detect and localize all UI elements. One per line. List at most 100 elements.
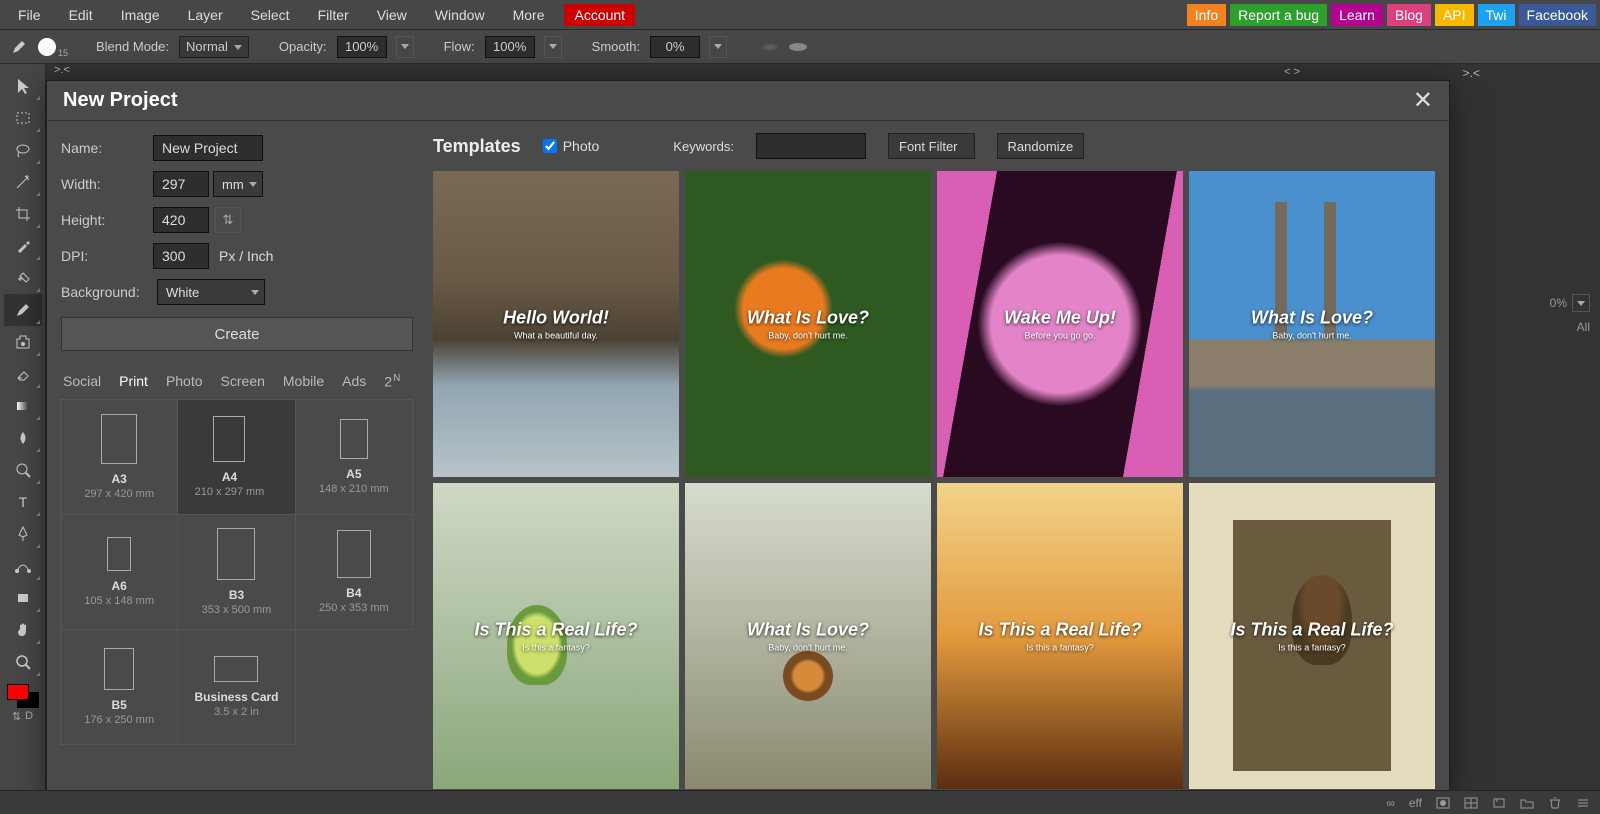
shape-tool[interactable] [4, 582, 42, 614]
header-twitter-button[interactable]: Twi [1478, 4, 1515, 26]
gradient-tool[interactable] [4, 390, 42, 422]
status-new-icon[interactable] [1492, 797, 1506, 809]
header-learn-button[interactable]: Learn [1331, 4, 1383, 26]
panel-tab-left[interactable]: >.< [46, 64, 78, 80]
default-colors-icon[interactable]: D [25, 710, 33, 723]
header-facebook-button[interactable]: Facebook [1519, 4, 1596, 26]
brush-tool[interactable] [4, 294, 42, 326]
brush-hard-icon[interactable] [789, 43, 807, 51]
right-opacity-dropdown[interactable] [1572, 294, 1590, 312]
status-mask-icon[interactable] [1436, 797, 1450, 809]
preset-a3[interactable]: A3297 x 420 mm [60, 399, 178, 515]
type-tool[interactable]: T [4, 486, 42, 518]
template-4[interactable]: What Is Love?Baby, don't hurt me. [1189, 171, 1435, 477]
template-7[interactable]: Is This a Real Life?Is this a fantasy? [937, 483, 1183, 789]
preset-a5[interactable]: A5148 x 210 mm [295, 399, 413, 515]
size-tab-social[interactable]: Social [63, 373, 101, 390]
heal-tool[interactable] [4, 262, 42, 294]
preset-b4[interactable]: B4250 x 353 mm [295, 514, 413, 630]
wand-tool[interactable] [4, 166, 42, 198]
header-api-button[interactable]: API [1435, 4, 1474, 26]
status-grid-icon[interactable] [1464, 797, 1478, 809]
header-report-bug-button[interactable]: Report a bug [1230, 4, 1327, 26]
menu-filter[interactable]: Filter [304, 0, 363, 30]
panel-tab-center[interactable]: < > [1284, 66, 1300, 78]
template-8[interactable]: Is This a Real Life?Is this a fantasy? [1189, 483, 1435, 789]
template-2[interactable]: What Is Love?Baby, don't hurt me. [685, 171, 931, 477]
create-button[interactable]: Create [61, 317, 413, 351]
template-3[interactable]: Wake Me Up!Before you go go. [937, 171, 1183, 477]
hand-tool[interactable] [4, 614, 42, 646]
menu-file[interactable]: File [4, 0, 55, 30]
header-info-button[interactable]: Info [1187, 4, 1226, 26]
smooth-dropdown[interactable] [709, 36, 727, 58]
randomize-button[interactable]: Randomize [997, 133, 1085, 159]
size-tab-photo[interactable]: Photo [166, 373, 203, 390]
panel-tab-right[interactable]: >.< [1463, 66, 1480, 80]
brush-tool-icon[interactable] [10, 38, 28, 56]
menu-view[interactable]: View [363, 0, 421, 30]
dialog-title: New Project [63, 89, 177, 112]
size-tab-print[interactable]: Print [119, 373, 148, 390]
close-icon[interactable]: ✕ [1413, 86, 1433, 115]
opacity-value[interactable]: 100% [337, 36, 387, 58]
preset-b3[interactable]: B3353 x 500 mm [177, 514, 295, 630]
swap-colors-icon[interactable]: ⇅ [12, 710, 21, 723]
size-tab-mobile[interactable]: Mobile [283, 373, 324, 390]
menu-more[interactable]: More [499, 0, 559, 30]
menu-image[interactable]: Image [107, 0, 174, 30]
status-trash-icon[interactable] [1548, 797, 1562, 809]
flow-dropdown[interactable] [544, 36, 562, 58]
template-6[interactable]: What Is Love?Baby, don't hurt me. [685, 483, 931, 789]
background-select[interactable]: White [157, 279, 265, 305]
dpi-input[interactable] [153, 243, 209, 269]
photo-checkbox[interactable]: Photo [543, 138, 600, 154]
header-blog-button[interactable]: Blog [1387, 4, 1431, 26]
eyedropper-tool[interactable] [4, 230, 42, 262]
eraser-tool[interactable] [4, 358, 42, 390]
menu-edit[interactable]: Edit [55, 0, 107, 30]
height-input[interactable] [153, 207, 209, 233]
menu-layer[interactable]: Layer [174, 0, 237, 30]
move-tool[interactable] [4, 70, 42, 102]
lasso-tool[interactable] [4, 134, 42, 166]
zoom-blur-tool[interactable] [4, 454, 42, 486]
crop-tool[interactable] [4, 198, 42, 230]
brush-soft-icon[interactable] [761, 43, 779, 51]
menu-select[interactable]: Select [237, 0, 304, 30]
flow-value[interactable]: 100% [485, 36, 535, 58]
color-swatch[interactable] [7, 684, 39, 708]
size-tab-screen[interactable]: Screen [221, 373, 265, 390]
brush-preview[interactable]: 15 [38, 38, 56, 56]
width-unit-select[interactable]: mm [213, 171, 263, 197]
opacity-dropdown[interactable] [396, 36, 414, 58]
keywords-input[interactable] [756, 133, 866, 159]
size-tab-ads[interactable]: Ads [342, 373, 366, 390]
preset-business-card[interactable]: Business Card3.5 x 2 in [177, 629, 295, 745]
blend-mode-select[interactable]: Normal [179, 36, 249, 58]
preset-a4[interactable]: A4210 x 297 mm [177, 399, 295, 515]
name-input[interactable] [153, 135, 263, 161]
status-folder-icon[interactable] [1520, 797, 1534, 809]
template-5[interactable]: Is This a Real Life?Is this a fantasy? [433, 483, 679, 789]
preset-a6[interactable]: A6105 x 148 mm [60, 514, 178, 630]
width-input[interactable] [153, 171, 209, 197]
smooth-value[interactable]: 0% [650, 36, 700, 58]
status-link-icon[interactable]: ∞ [1386, 796, 1395, 810]
size-tab-more[interactable]: 2N [384, 373, 400, 390]
marquee-tool[interactable] [4, 102, 42, 134]
template-1[interactable]: Hello World!What a beautiful day. [433, 171, 679, 477]
status-menu-icon[interactable] [1576, 797, 1590, 809]
swap-width-height-button[interactable]: ⇅ [215, 207, 241, 233]
blur-tool[interactable] [4, 422, 42, 454]
photo-checkbox-input[interactable] [543, 139, 557, 153]
clone-tool[interactable] [4, 326, 42, 358]
flow-label: Flow: [444, 39, 475, 54]
menu-window[interactable]: Window [421, 0, 499, 30]
menu-account[interactable]: Account [564, 4, 635, 26]
font-filter-button[interactable]: Font Filter [888, 133, 975, 159]
pen-tool[interactable] [4, 518, 42, 550]
preset-b5[interactable]: B5176 x 250 mm [60, 629, 178, 745]
path-tool[interactable] [4, 550, 42, 582]
zoom-tool[interactable] [4, 646, 42, 678]
